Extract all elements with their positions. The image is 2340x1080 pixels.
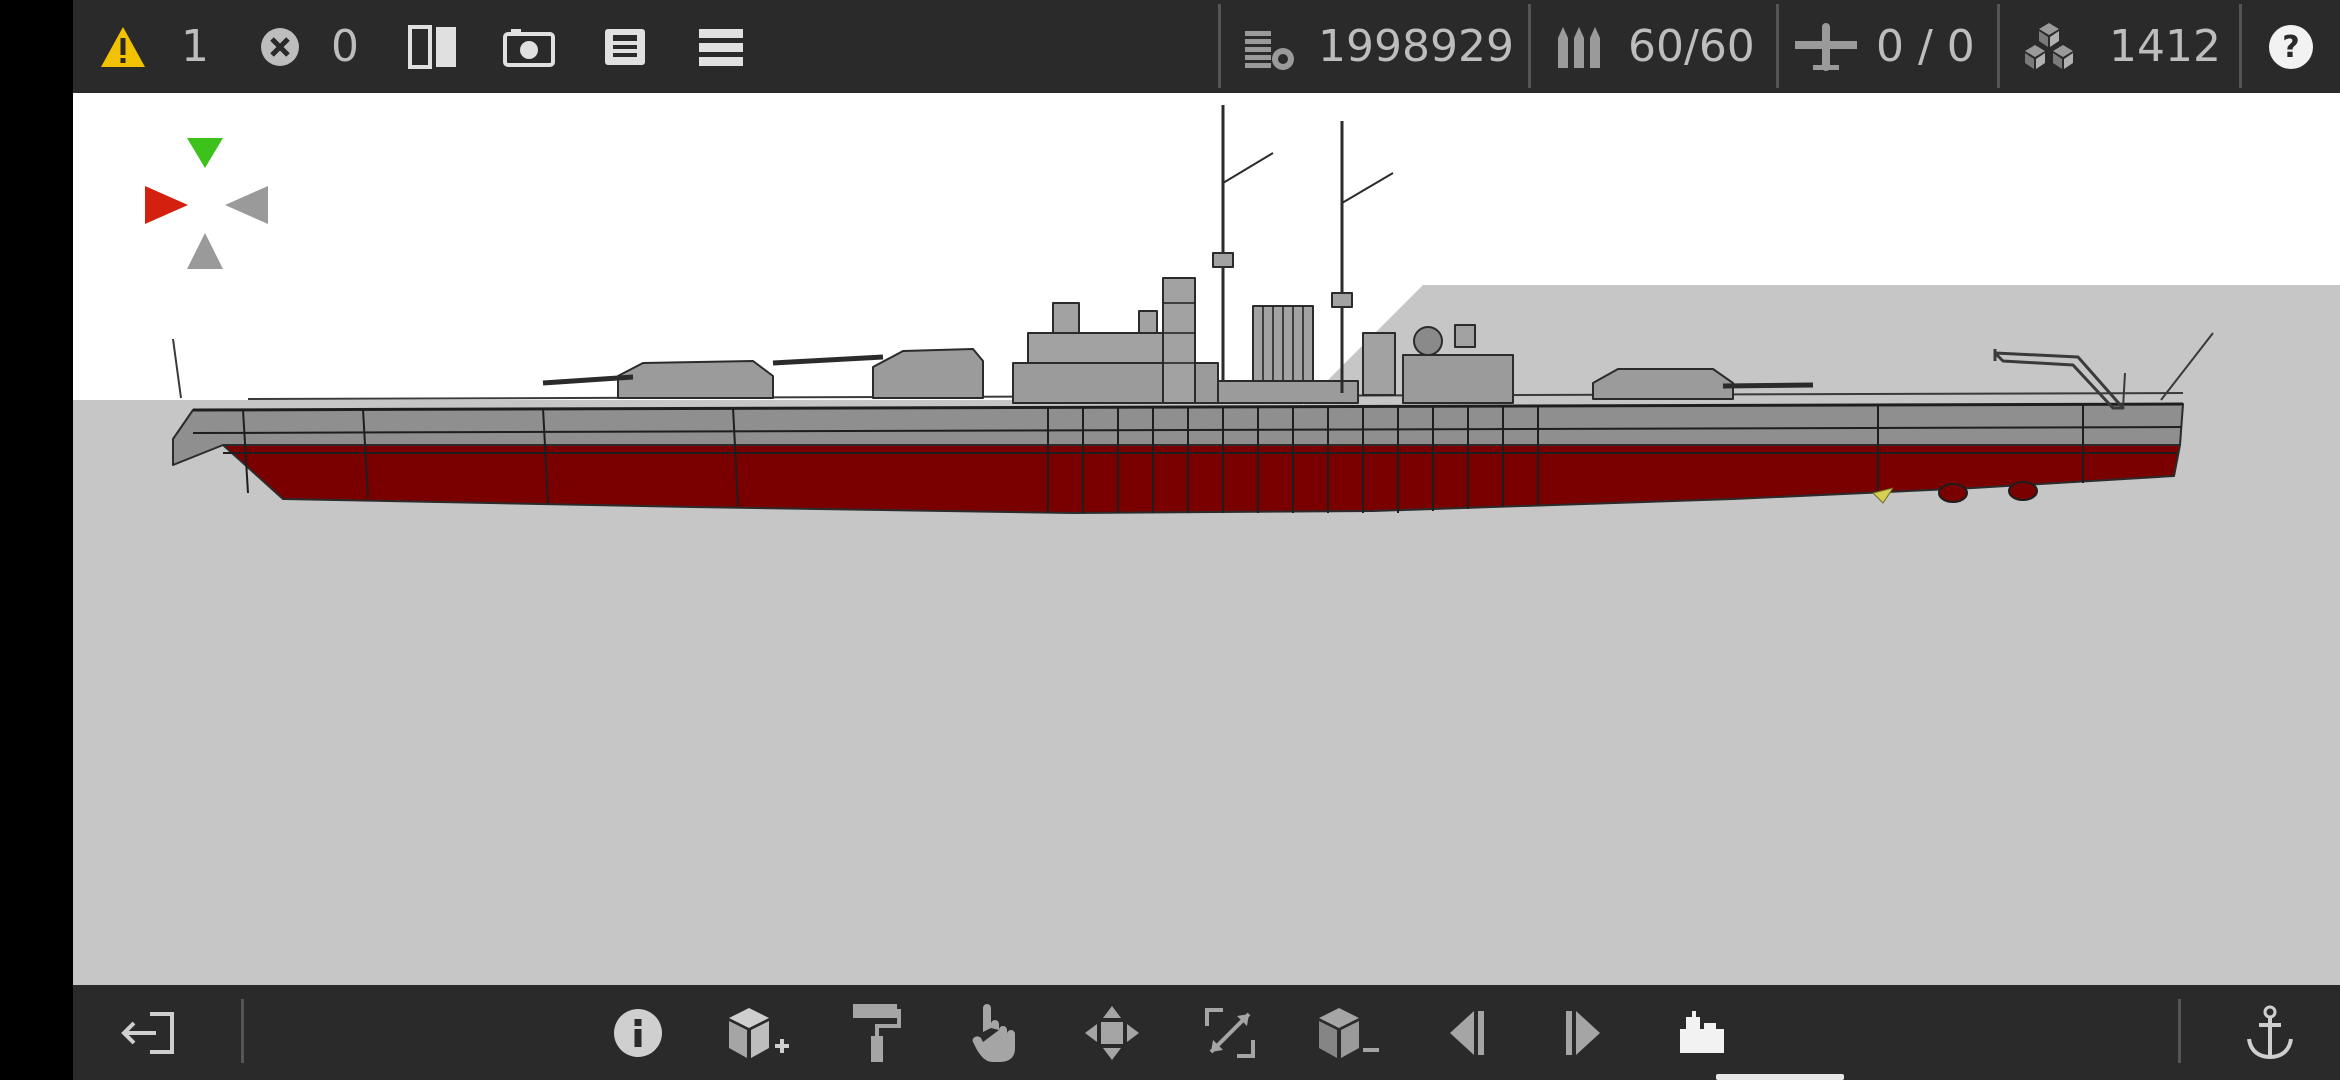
coins-icon [1243,0,1297,93]
build-mode-icon[interactable] [1667,985,1737,1080]
remove-block-icon[interactable] [1313,985,1383,1080]
camera-icon[interactable] [503,0,555,93]
lower-hull [222,444,2181,514]
add-block-icon[interactable] [723,985,793,1080]
separator [1776,4,1779,88]
paint-roller-icon[interactable] [841,985,911,1080]
bottom-toolbar [73,985,2340,1080]
parts-value: 1412 [2109,21,2221,72]
separator [2239,4,2242,88]
mirror-icon[interactable] [407,0,459,93]
save-icon[interactable] [603,0,647,93]
hand-icon[interactable] [959,985,1029,1080]
separator [241,999,244,1063]
left-black-strip [0,0,73,1080]
move-icon[interactable] [1077,985,1147,1080]
cost-value: 1998929 [1318,21,1514,72]
anchor-icon[interactable] [2235,985,2305,1080]
ammo-icon [1553,0,1605,93]
aircraft-icon [1793,0,1859,93]
active-tool-indicator [1716,1074,1844,1080]
warning-count: 1 [181,21,209,72]
exit-icon[interactable] [113,985,183,1080]
separator [2178,999,2181,1063]
info-icon[interactable] [603,985,673,1080]
parts-icon [2021,0,2077,93]
menu-icon[interactable] [699,0,743,93]
ammo-value: 60/60 [1628,21,1755,72]
resize-icon[interactable] [1195,985,1265,1080]
svg-text:?: ? [2282,30,2299,65]
aircraft-value: 0 / 0 [1876,21,1975,72]
next-icon[interactable] [1549,985,1619,1080]
top-toolbar: 1 0 1998929 60/60 0 / 0 1412 ? [73,0,2340,93]
error-icon[interactable] [259,0,301,93]
separator [1528,4,1531,88]
scene [73,93,2340,514]
previous-icon[interactable] [1431,985,1501,1080]
3d-viewport[interactable] [73,93,2340,985]
error-count: 0 [331,21,359,72]
help-icon[interactable]: ? [2267,0,2315,93]
separator [1218,4,1221,88]
warning-icon[interactable] [99,0,149,93]
separator [1997,4,2000,88]
